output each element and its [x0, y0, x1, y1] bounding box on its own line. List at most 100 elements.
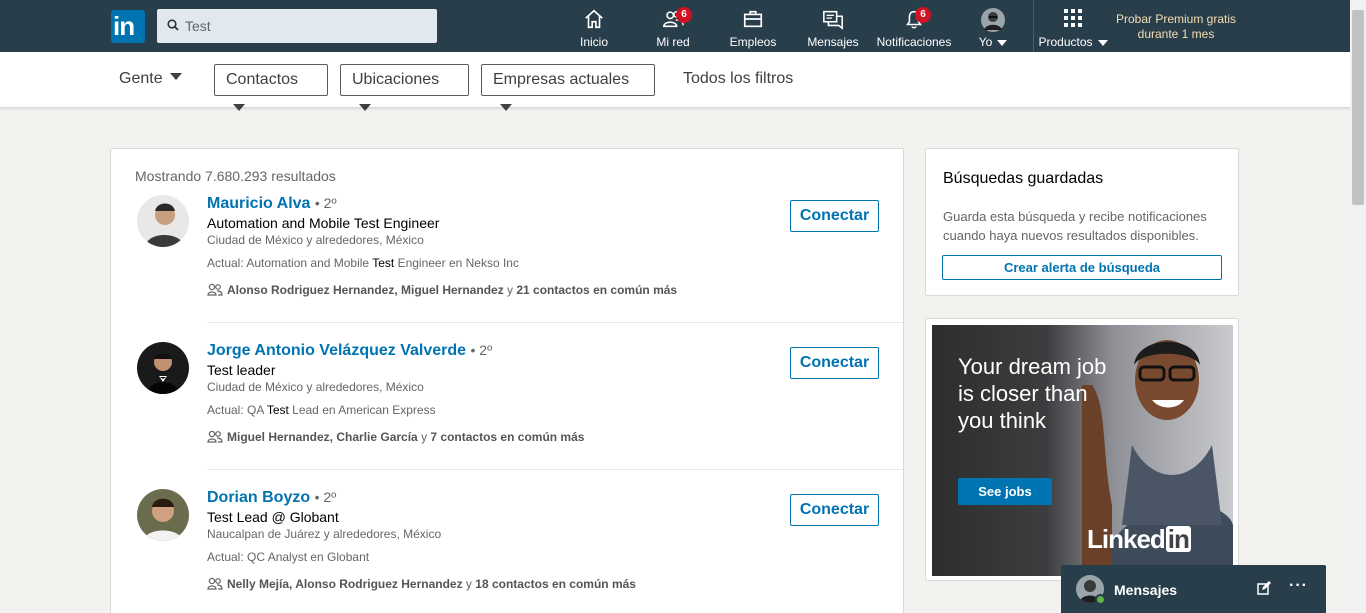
avatar[interactable]: [137, 342, 189, 394]
nav-divider: [1033, 0, 1034, 52]
filter-people[interactable]: Gente: [108, 64, 193, 96]
shared-connections[interactable]: Nelly Mejía, Alonso Rodriguez Hernandez …: [207, 577, 636, 591]
connection-degree: • 2º: [470, 342, 493, 358]
online-status-icon: [1095, 594, 1106, 605]
shared-count: 21 contactos en común más: [516, 283, 678, 297]
filter-bar: Gente Contactos Ubicaciones Empresas act…: [0, 52, 1350, 112]
linkedin-brand: Linked in: [1087, 524, 1191, 555]
result-location: Naucalpan de Juárez y alrededores, Méxic…: [207, 527, 442, 541]
current-suffix: Lead en American Express: [288, 403, 436, 417]
connection-degree: • 2º: [314, 195, 337, 211]
nav-network-label: Mi red: [656, 35, 690, 49]
premium-line1: Probar Premium gratis: [1115, 12, 1237, 26]
all-filters-label: Todos los filtros: [683, 70, 794, 87]
nav-products-label: Productos: [1038, 35, 1093, 49]
briefcase-icon: [743, 10, 763, 28]
shared-connections[interactable]: Alonso Rodriguez Hernandez, Miguel Herna…: [207, 283, 677, 297]
brand-in: in: [1165, 524, 1191, 554]
filter-locations[interactable]: Ubicaciones: [340, 64, 469, 112]
nav-jobs[interactable]: Empleos: [729, 6, 777, 49]
messaging-label: Mensajes: [1114, 582, 1178, 598]
result-name[interactable]: Mauricio Alva: [207, 195, 310, 212]
shared-and: y: [462, 577, 476, 591]
logo-text: in: [113, 11, 135, 41]
results-card: Mostrando 7.680.293 resultados Mauricio …: [110, 148, 904, 613]
saved-searches-card: Búsquedas guardadas Guarda esta búsqueda…: [925, 148, 1239, 296]
search-icon: [167, 19, 179, 31]
result-current: Actual: QA Test Lead en American Express: [207, 403, 436, 417]
search-value: Test: [185, 18, 211, 34]
search-result: Jorge Antonio Velázquez Valverde • 2º Te…: [111, 342, 903, 489]
see-jobs-button[interactable]: See jobs: [958, 478, 1052, 505]
filter-current-companies[interactable]: Empresas actuales: [481, 64, 655, 112]
result-current: Actual: Automation and Mobile Test Engin…: [207, 256, 519, 270]
shared-names: Alonso Rodriguez Hernandez, Miguel Herna…: [227, 283, 504, 297]
filter-contacts[interactable]: Contactos: [214, 64, 328, 112]
current-prefix: Actual: Automation and Mobile: [207, 256, 373, 270]
search-result: Dorian Boyzo • 2º Test Lead @ Globant Na…: [111, 489, 903, 613]
current-prefix: Actual: QC Analyst en Globant: [207, 550, 370, 564]
scrollbar[interactable]: [1350, 0, 1366, 613]
shared-names: Nelly Mejía, Alonso Rodriguez Hernandez: [227, 577, 463, 591]
nav-notifications[interactable]: 6 Notificaciones: [875, 6, 953, 49]
connection-degree: • 2º: [314, 489, 337, 505]
current-suffix: Engineer en Nekso Inc: [394, 256, 519, 270]
result-headline: Automation and Mobile Test Engineer: [207, 215, 440, 231]
shared-connections-icon: [207, 577, 223, 590]
shared-connections-icon: [207, 283, 223, 296]
notifications-badge: 6: [915, 7, 931, 23]
shared-and: y: [503, 283, 517, 297]
nav-me[interactable]: Yo: [975, 6, 1011, 49]
result-name[interactable]: Jorge Antonio Velázquez Valverde: [207, 342, 466, 359]
premium-line2: durante 1 mes: [1137, 27, 1215, 41]
shared-count: 18 contactos en común más: [475, 577, 636, 591]
top-nav: in Test Inicio 6 Mi red Empleos Mensajes…: [0, 0, 1350, 52]
result-divider: [207, 469, 903, 470]
home-icon: [585, 9, 603, 29]
all-filters-button[interactable]: Todos los filtros: [672, 64, 804, 96]
chevron-down-icon: [233, 104, 245, 112]
nav-products[interactable]: Productos: [1036, 6, 1110, 49]
ad-banner[interactable]: Your dream job is closer than you think …: [932, 325, 1233, 576]
shared-names: Miguel Hernandez, Charlie García: [227, 430, 418, 444]
connect-button[interactable]: Conectar: [790, 200, 879, 232]
filter-locations-label: Ubicaciones: [352, 71, 440, 88]
shared-connections[interactable]: Miguel Hernandez, Charlie García y 7 con…: [207, 430, 584, 444]
create-alert-button[interactable]: Crear alerta de búsqueda: [942, 255, 1222, 280]
search-input[interactable]: Test: [157, 9, 437, 43]
chevron-down-icon: [359, 104, 371, 112]
chevron-down-icon: [500, 104, 512, 112]
linkedin-logo[interactable]: in: [111, 10, 145, 43]
chevron-down-icon: [169, 73, 182, 81]
nav-notifications-label: Notificaciones: [876, 35, 952, 49]
result-location: Ciudad de México y alrededores, México: [207, 233, 424, 247]
premium-link[interactable]: Probar Premium gratis durante 1 mes: [1112, 12, 1240, 42]
search-result: Mauricio Alva • 2º Automation and Mobile…: [111, 195, 903, 342]
avatar[interactable]: [137, 195, 189, 247]
current-highlight: Test: [266, 403, 289, 417]
more-options-icon[interactable]: ···: [1289, 577, 1308, 595]
current-prefix: Actual: QA: [207, 403, 267, 417]
scrollbar-thumb[interactable]: [1352, 10, 1364, 205]
nav-network[interactable]: 6 Mi red: [652, 6, 694, 49]
brand-text: Linked: [1087, 524, 1166, 554]
result-headline: Test Lead @ Globant: [207, 509, 339, 525]
result-current: Actual: QC Analyst en Globant: [207, 550, 369, 564]
chevron-down-icon: [1097, 39, 1108, 46]
avatar[interactable]: [137, 489, 189, 541]
connect-button[interactable]: Conectar: [790, 347, 879, 379]
nav-messaging-label: Mensajes: [807, 35, 859, 49]
network-badge: 6: [676, 7, 692, 23]
avatar: [981, 8, 1005, 32]
messaging-bar[interactable]: Mensajes ···: [1061, 565, 1326, 613]
grid-icon: [1064, 9, 1082, 27]
shared-and: y: [417, 430, 431, 444]
result-name[interactable]: Dorian Boyzo: [207, 489, 310, 506]
compose-icon[interactable]: [1257, 581, 1271, 595]
shared-connections-icon: [207, 430, 223, 443]
nav-messaging[interactable]: Mensajes: [807, 6, 859, 49]
filter-people-label: Gente: [119, 70, 163, 87]
saved-searches-title: Búsquedas guardadas: [943, 170, 1104, 187]
nav-home[interactable]: Inicio: [576, 6, 612, 49]
connect-button[interactable]: Conectar: [790, 494, 879, 526]
